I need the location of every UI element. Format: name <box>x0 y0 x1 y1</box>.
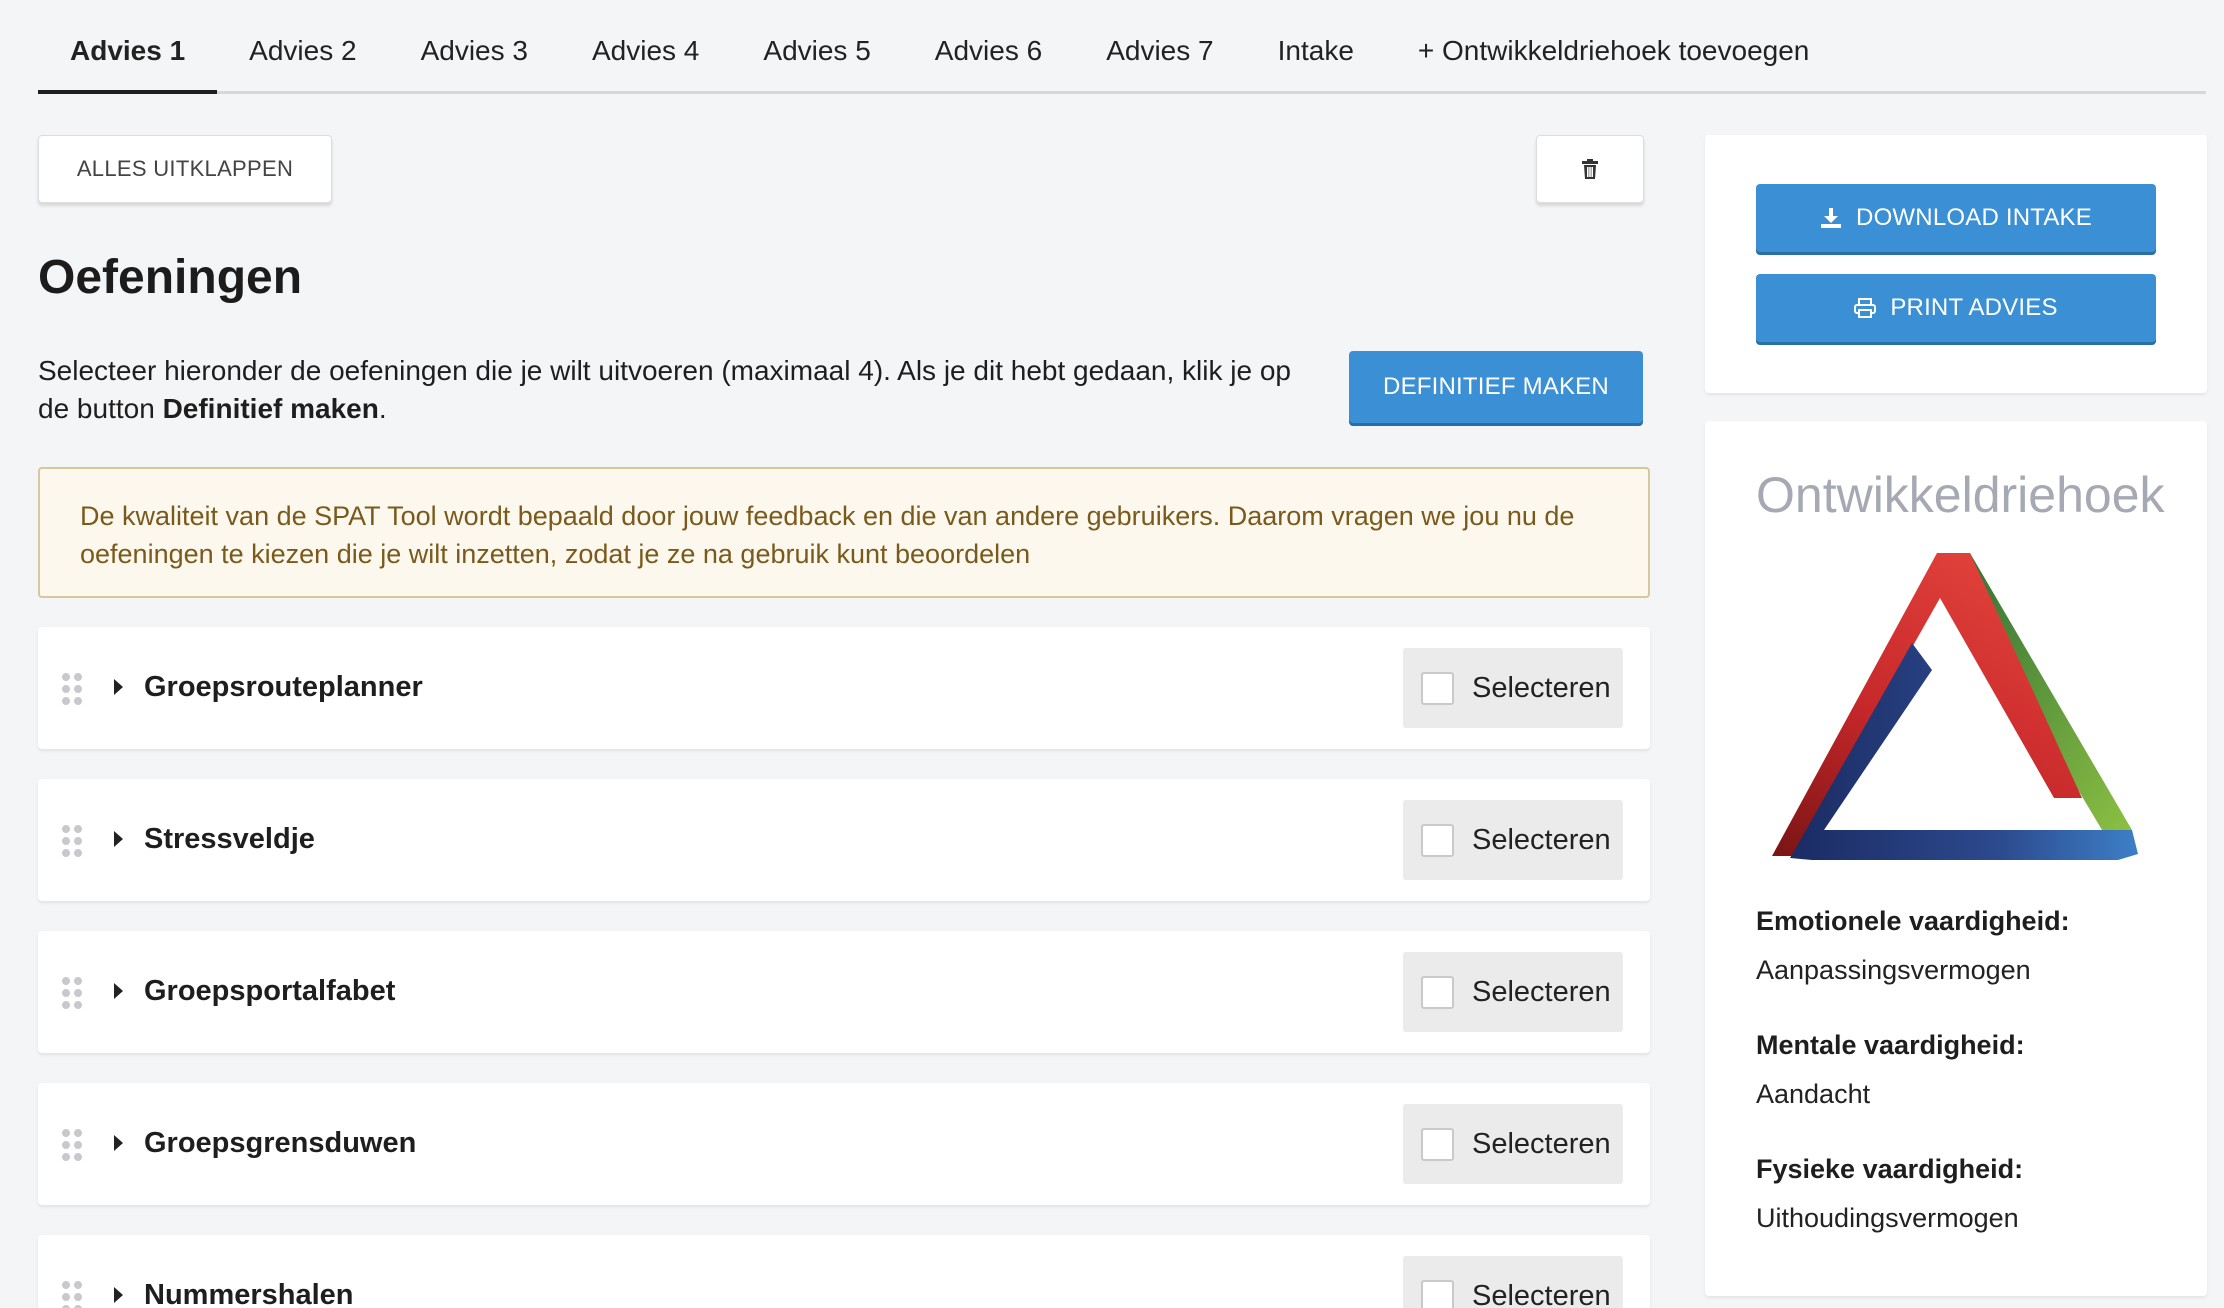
drag-handle-icon[interactable] <box>62 1281 84 1308</box>
caret-right-icon[interactable] <box>114 1287 123 1303</box>
drag-handle-icon[interactable] <box>62 977 84 1009</box>
tab-advies-1[interactable]: Advies 1 <box>38 0 218 94</box>
page-title: Oefeningen <box>38 251 303 304</box>
caret-right-icon[interactable] <box>114 1135 123 1151</box>
select-checkbox[interactable] <box>1421 1128 1454 1161</box>
tab-advies-6[interactable]: Advies 6 <box>903 0 1074 91</box>
exercise-row-groepsrouteplanner[interactable]: Groepsrouteplanner Selecteren <box>38 627 1650 749</box>
tab-add-triangle[interactable]: + Ontwikkeldriehoek toevoegen <box>1386 0 1841 91</box>
select-toggle[interactable]: Selecteren <box>1403 648 1623 728</box>
download-icon <box>1821 208 1842 228</box>
physical-skill-value: Uithoudingsvermogen <box>1756 1203 2019 1233</box>
exercise-title[interactable]: Groepsportalfabet <box>144 975 395 1008</box>
mental-skill-value: Aandacht <box>1756 1079 1871 1109</box>
notice-text: De kwaliteit van de SPAT Tool wordt bepa… <box>80 501 1575 569</box>
select-checkbox[interactable] <box>1421 1280 1454 1308</box>
select-checkbox[interactable] <box>1421 976 1454 1009</box>
intro-text-bold: Definitief maken <box>162 393 379 424</box>
select-label: Selecteren <box>1472 824 1611 856</box>
exercise-title[interactable]: Stressveldje <box>144 823 315 856</box>
print-advice-button[interactable]: PRINT ADVIES <box>1756 274 2156 342</box>
intro-text: Selecteer hieronder de oefeningen die je… <box>38 352 1318 428</box>
caret-right-icon[interactable] <box>114 983 123 999</box>
select-toggle[interactable]: Selecteren <box>1403 952 1623 1032</box>
download-intake-label: DOWNLOAD INTAKE <box>1856 204 2092 231</box>
tab-advies-4[interactable]: Advies 4 <box>560 0 731 91</box>
print-advice-label: PRINT ADVIES <box>1890 294 2058 321</box>
actions-card <box>1705 135 2207 393</box>
select-label: Selecteren <box>1472 672 1611 704</box>
exercise-row-groepsportalfabet[interactable]: Groepsportalfabet Selecteren <box>38 931 1650 1053</box>
select-checkbox[interactable] <box>1421 824 1454 857</box>
trash-icon <box>1582 159 1598 179</box>
download-intake-button[interactable]: DOWNLOAD INTAKE <box>1756 184 2156 252</box>
tab-advies-3[interactable]: Advies 3 <box>389 0 560 91</box>
select-toggle[interactable]: Selecteren <box>1403 1256 1623 1308</box>
tab-advies-5[interactable]: Advies 5 <box>731 0 902 91</box>
select-label: Selecteren <box>1472 1128 1611 1160</box>
select-toggle[interactable]: Selecteren <box>1403 1104 1623 1184</box>
triangle-title: Ontwikkeldriehoek <box>1756 467 2165 523</box>
exercise-title[interactable]: Groepsrouteplanner <box>144 671 423 704</box>
tab-bar: Advies 1 Advies 2 Advies 3 Advies 4 Advi… <box>38 0 2206 94</box>
tab-advies-7[interactable]: Advies 7 <box>1074 0 1245 91</box>
exercise-row-stressveldje[interactable]: Stressveldje Selecteren <box>38 779 1650 901</box>
exercise-title[interactable]: Groepsgrensduwen <box>144 1127 416 1160</box>
select-label: Selecteren <box>1472 976 1611 1008</box>
intro-text-end: . <box>378 393 387 424</box>
emotional-skill-value: Aanpassingsvermogen <box>1756 955 2031 985</box>
physical-skill-label: Fysieke vaardigheid: <box>1756 1154 2024 1184</box>
expand-all-label: ALLES UITKLAPPEN <box>76 156 294 181</box>
select-checkbox[interactable] <box>1421 672 1454 705</box>
caret-right-icon[interactable] <box>114 679 123 695</box>
drag-handle-icon[interactable] <box>62 1129 84 1161</box>
emotional-skill-label: Emotionele vaardigheid: <box>1756 906 2070 936</box>
mental-skill-label: Mentale vaardigheid: <box>1756 1030 2025 1060</box>
development-triangle-icon <box>1772 553 2138 860</box>
select-label: Selecteren <box>1472 1280 1611 1308</box>
make-definitive-button[interactable]: DEFINITIEF MAKEN <box>1349 351 1643 423</box>
expand-all-button[interactable]: ALLES UITKLAPPEN <box>38 135 332 203</box>
drag-handle-icon[interactable] <box>62 673 84 705</box>
drag-handle-icon[interactable] <box>62 825 84 857</box>
make-definitive-label: DEFINITIEF MAKEN <box>1383 373 1609 400</box>
delete-button[interactable] <box>1536 135 1644 203</box>
caret-right-icon[interactable] <box>114 831 123 847</box>
notice-alert: De kwaliteit van de SPAT Tool wordt bepa… <box>38 467 1650 598</box>
tab-intake[interactable]: Intake <box>1246 0 1386 91</box>
tab-advies-2[interactable]: Advies 2 <box>217 0 388 91</box>
select-toggle[interactable]: Selecteren <box>1403 800 1623 880</box>
exercise-row-nummershalen[interactable]: Nummershalen Selecteren <box>38 1235 1650 1308</box>
printer-icon <box>1854 298 1877 318</box>
exercise-title[interactable]: Nummershalen <box>144 1279 354 1308</box>
exercise-row-groepsgrensduwen[interactable]: Groepsgrensduwen Selecteren <box>38 1083 1650 1205</box>
